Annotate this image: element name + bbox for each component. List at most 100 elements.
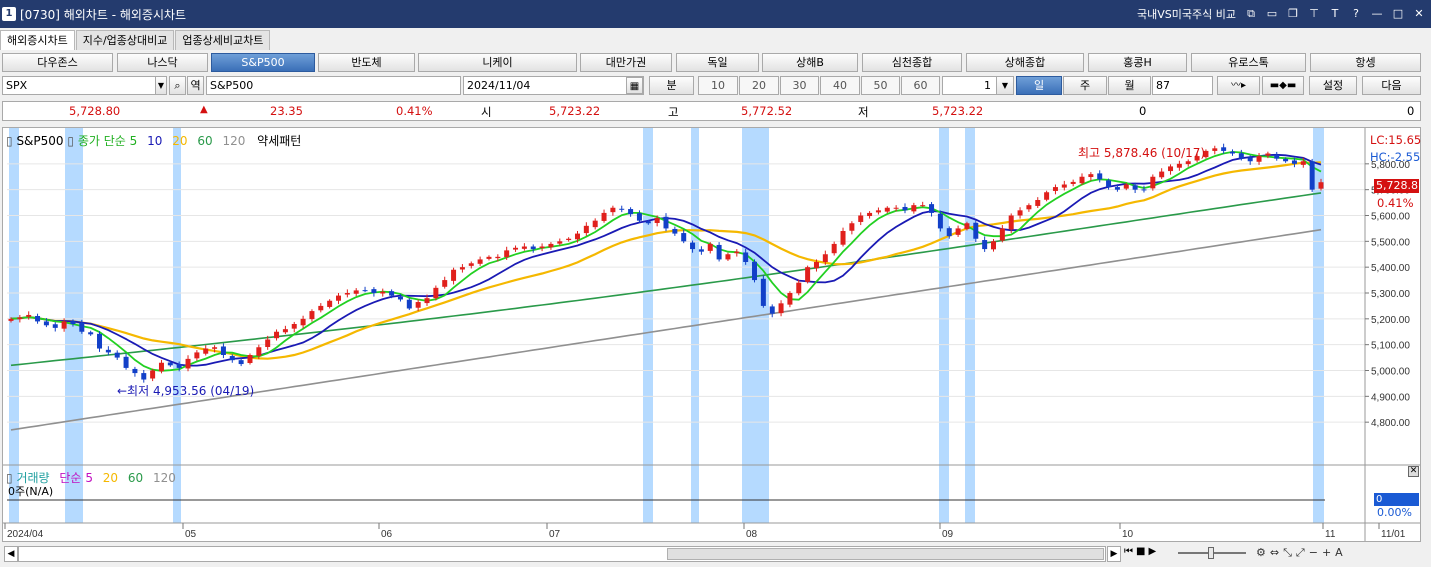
minute-option-40[interactable]: 40	[820, 76, 860, 95]
period-month-button[interactable]: 월	[1108, 76, 1151, 95]
candle-body	[451, 269, 457, 281]
pin-icon[interactable]: ⊤	[1308, 8, 1320, 20]
market-button-dow[interactable]: 다우존스	[2, 53, 113, 72]
high-label: 고	[668, 105, 679, 119]
zoom-slider[interactable]	[1178, 547, 1246, 559]
tab-index-compare[interactable]: 지수/업종상대비교	[75, 30, 175, 50]
legend-name[interactable]: S&P500	[16, 134, 63, 148]
window-icon[interactable]: ❐	[1287, 8, 1299, 20]
play-icon[interactable]: ▶	[1148, 546, 1159, 557]
font-size-icon[interactable]: A	[1335, 546, 1347, 559]
market-button-taiwan[interactable]: 대만가권	[580, 53, 672, 72]
scroll-left-icon[interactable]: ◀	[4, 546, 18, 562]
search-icon[interactable]: ⌕	[169, 76, 186, 95]
chart-panel[interactable]: 5,800.005,700.005,600.005,500.005,400.00…	[2, 127, 1421, 542]
candle-body	[265, 339, 271, 347]
increase-icon[interactable]: +	[1322, 546, 1335, 559]
history-icon[interactable]: 역	[187, 76, 204, 95]
candle-body	[1229, 151, 1235, 154]
link-icon[interactable]: ⧉	[1245, 8, 1257, 20]
maximize-icon[interactable]: □	[1392, 8, 1404, 20]
market-button-shenzhen[interactable]: 심천종합	[862, 53, 962, 72]
minute-option-20[interactable]: 20	[739, 76, 779, 95]
candle-body	[194, 352, 200, 359]
minute-option-10[interactable]: 10	[698, 76, 738, 95]
market-button-nikkei[interactable]: 니케이	[418, 53, 577, 72]
scroll-right-icon[interactable]: ▶	[1107, 546, 1121, 562]
candle-body	[132, 368, 138, 374]
period-count-field[interactable]: 87	[1152, 76, 1213, 95]
tab-overseas-chart[interactable]: 해외증시차트	[0, 30, 75, 50]
candle-body	[752, 261, 758, 281]
candle-body	[1070, 181, 1076, 184]
volume-panel-close-icon[interactable]: ✕	[1408, 466, 1419, 477]
zoom-out-icon[interactable]: ⤡	[1283, 546, 1296, 559]
minute-option-60[interactable]: 60	[901, 76, 940, 95]
market-button-hang-h[interactable]: 홍콩H	[1088, 53, 1187, 72]
zoom-slider-handle[interactable]	[1208, 547, 1214, 559]
playback-controls[interactable]: ⏮■▶	[1124, 546, 1159, 557]
volume-pct-label: 0.00%	[1377, 506, 1412, 519]
date-field[interactable]: 2024/11/04	[463, 76, 644, 95]
candle-body	[902, 206, 908, 211]
zoom-in-icon[interactable]: ⤢	[1296, 546, 1309, 559]
candle-body	[707, 243, 713, 251]
candle-body	[220, 346, 226, 355]
minute-button[interactable]: 분	[649, 76, 694, 95]
candle-body	[716, 244, 722, 260]
legend-pattern[interactable]: 약세패턴	[257, 134, 301, 148]
market-button-sp500[interactable]: S&P500	[211, 53, 315, 72]
symbol-dropdown-icon[interactable]: ▼	[155, 76, 167, 95]
x-tick-label: 10	[1122, 529, 1134, 540]
next-button[interactable]: 다음	[1362, 76, 1421, 95]
minimize-icon[interactable]: —	[1371, 8, 1383, 20]
market-button-shanghai[interactable]: 상해종합	[966, 53, 1084, 72]
candle-body	[1238, 153, 1244, 159]
copy-icon[interactable]: ▭	[1266, 8, 1278, 20]
scrollbar-track[interactable]	[18, 546, 1106, 562]
decrease-icon[interactable]: −	[1309, 546, 1322, 559]
period-day-button[interactable]: 일	[1016, 76, 1062, 95]
candle-body	[141, 373, 147, 380]
candle-body	[1256, 156, 1262, 162]
market-button-shanghai-b[interactable]: 상해B	[762, 53, 858, 72]
candle-body	[35, 315, 41, 322]
help-icon[interactable]: ?	[1350, 8, 1362, 20]
minute-option-50[interactable]: 50	[861, 76, 900, 95]
expand-icon[interactable]: ⇔	[1270, 546, 1283, 559]
calendar-icon[interactable]: ▦	[626, 77, 643, 94]
candle-body	[1061, 184, 1067, 188]
market-button-nasdaq[interactable]: 나스닥	[117, 53, 208, 72]
market-button-germany[interactable]: 독일	[676, 53, 759, 72]
chart-type-icon[interactable]: 〰▸	[1217, 76, 1260, 95]
settings-gear-icon[interactable]: ⚙	[1256, 546, 1270, 559]
legend-ma-label: 종가 단순	[77, 134, 126, 148]
market-button-eurostoxx[interactable]: 유로스톡	[1191, 53, 1306, 72]
period-week-button[interactable]: 주	[1063, 76, 1107, 95]
settings-button[interactable]: 설정	[1309, 76, 1357, 95]
close-icon[interactable]: ✕	[1413, 8, 1425, 20]
rewind-icon[interactable]: ⏮	[1124, 546, 1136, 557]
market-button-hangseng[interactable]: 항셍	[1310, 53, 1421, 72]
price-chart[interactable]: 5,800.005,700.005,600.005,500.005,400.00…	[3, 128, 1420, 541]
compare-link[interactable]: 국내VS미국주식 비교	[1137, 6, 1236, 22]
symbol-code-field[interactable]: SPX	[2, 76, 167, 95]
minute-option-30[interactable]: 30	[780, 76, 819, 95]
candle-body	[875, 210, 881, 213]
text-icon[interactable]: T	[1329, 8, 1341, 20]
lc-label: LC:15.65	[1370, 133, 1422, 147]
chart-tools[interactable]: ⚙⇔⤡⤢−+A	[1256, 546, 1347, 560]
scrollbar-thumb[interactable]	[667, 548, 1104, 560]
tab-sector-compare[interactable]: 업종상세비교차트	[175, 30, 271, 50]
stop-icon[interactable]: ■	[1136, 546, 1148, 557]
candle-body	[513, 247, 519, 250]
tools-icon[interactable]: ▬◆▬	[1262, 76, 1304, 95]
candle-body	[123, 356, 129, 368]
market-button-semiconductor[interactable]: 반도체	[318, 53, 415, 72]
candle-body	[548, 243, 554, 248]
y-tick-label: 4,900.00	[1371, 392, 1410, 403]
count-dropdown-icon[interactable]: ▼	[996, 76, 1014, 95]
volume-ma120: 120	[153, 471, 176, 485]
candle-body	[415, 302, 421, 308]
candle-body	[1168, 166, 1174, 172]
